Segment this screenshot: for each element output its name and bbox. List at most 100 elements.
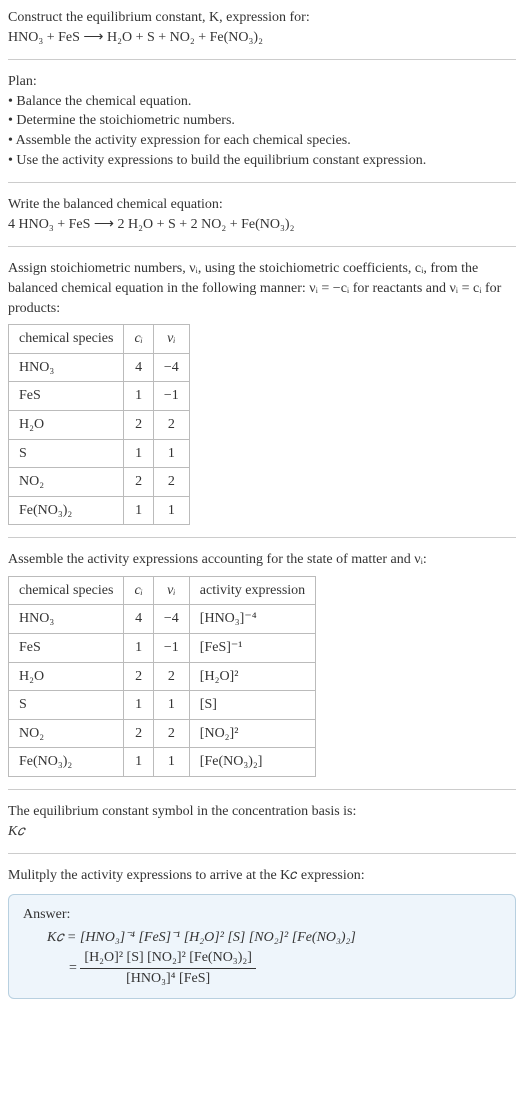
cell: [Fe(NO₃)₂] xyxy=(189,748,315,777)
table-row: S11[S] xyxy=(9,691,316,720)
assign-text: Assign stoichiometric numbers, νᵢ, using… xyxy=(8,259,516,318)
cell: 1 xyxy=(124,748,153,777)
cell: S xyxy=(9,691,124,720)
kc-italic: K𝑐 xyxy=(8,824,24,839)
cell: [S] xyxy=(189,691,315,720)
cell: Fe(NO₃)₂ xyxy=(9,748,124,777)
vi-label: νᵢ xyxy=(167,583,175,598)
table-row: HNO₃4−4[HNO₃]⁻⁴ xyxy=(9,605,316,634)
table-row: FeS1−1 xyxy=(9,382,190,411)
cell: −1 xyxy=(153,382,189,411)
cell: 1 xyxy=(124,439,153,468)
divider xyxy=(8,789,516,790)
table-row: chemical species cᵢ νᵢ xyxy=(9,325,190,354)
intro-block: Construct the equilibrium constant, K, e… xyxy=(8,8,516,47)
table-row: S11 xyxy=(9,439,190,468)
table-row: chemical species cᵢ νᵢ activity expressi… xyxy=(9,576,316,605)
col-ci: cᵢ xyxy=(124,325,153,354)
cell: 2 xyxy=(124,410,153,439)
cell: 2 xyxy=(124,719,153,748)
cell: 1 xyxy=(153,691,189,720)
fraction: [H₂O]² [S] [NO₂]² [Fe(NO₃)₂] [HNO₃]⁴ [Fe… xyxy=(80,948,256,988)
answer-label: Answer: xyxy=(23,905,501,925)
cell: 1 xyxy=(124,496,153,525)
cell: 1 xyxy=(153,748,189,777)
cell: [HNO₃]⁻⁴ xyxy=(189,605,315,634)
ci-label: cᵢ xyxy=(134,331,142,346)
plan-b2: • Determine the stoichiometric numbers. xyxy=(8,111,516,131)
cell: FeS xyxy=(9,634,124,663)
ci-label: cᵢ xyxy=(134,583,142,598)
table-row: NO₂22[NO₂]² xyxy=(9,719,316,748)
col-ci: cᵢ xyxy=(124,576,153,605)
col-species: chemical species xyxy=(9,576,124,605)
multiply-text: Mulitply the activity expressions to arr… xyxy=(8,866,516,886)
plan-b1: • Balance the chemical equation. xyxy=(8,92,516,112)
table-row: H₂O22[H₂O]² xyxy=(9,662,316,691)
table-row: H₂O22 xyxy=(9,410,190,439)
vi-label: νᵢ xyxy=(167,331,175,346)
table-row: NO₂22 xyxy=(9,468,190,497)
cell: NO₂ xyxy=(9,468,124,497)
cell: 1 xyxy=(124,634,153,663)
cell: 2 xyxy=(153,468,189,497)
divider xyxy=(8,246,516,247)
cell: FeS xyxy=(9,382,124,411)
table-row: HNO₃4−4 xyxy=(9,353,190,382)
answer-box: Answer: K𝑐 = [HNO₃]⁻⁴ [FeS]⁻¹ [H₂O]² [S]… xyxy=(8,894,516,999)
cell: [FeS]⁻¹ xyxy=(189,634,315,663)
table-row: Fe(NO₃)₂11[Fe(NO₃)₂] xyxy=(9,748,316,777)
divider xyxy=(8,853,516,854)
balanced-block: Write the balanced chemical equation: 4 … xyxy=(8,195,516,234)
cell: 2 xyxy=(153,410,189,439)
cell: H₂O xyxy=(9,662,124,691)
plan-b4: • Use the activity expressions to build … xyxy=(8,151,516,171)
cell: HNO₃ xyxy=(9,605,124,634)
assemble-text: Assemble the activity expressions accoun… xyxy=(8,550,516,570)
cell: 2 xyxy=(124,468,153,497)
col-vi: νᵢ xyxy=(153,576,189,605)
divider xyxy=(8,59,516,60)
plan-title: Plan: xyxy=(8,72,516,92)
divider xyxy=(8,537,516,538)
cell: 1 xyxy=(124,382,153,411)
intro-line1: Construct the equilibrium constant, K, e… xyxy=(8,8,516,28)
eq-sign: = xyxy=(69,960,80,975)
cell: 1 xyxy=(153,439,189,468)
col-species: chemical species xyxy=(9,325,124,354)
intro-eq: HNO₃ + FeS ⟶ H₂O + S + NO₂ + Fe(NO₃)₂ xyxy=(8,28,516,48)
kc-symbol: K𝑐 xyxy=(8,822,516,842)
cell: Fe(NO₃)₂ xyxy=(9,496,124,525)
col-activity: activity expression xyxy=(189,576,315,605)
cell: 4 xyxy=(124,605,153,634)
plan-block: Plan: • Balance the chemical equation. •… xyxy=(8,72,516,170)
cell: [NO₂]² xyxy=(189,719,315,748)
cell: −4 xyxy=(153,353,189,382)
stoich-table: chemical species cᵢ νᵢ HNO₃4−4 FeS1−1 H₂… xyxy=(8,324,190,525)
kc-symbol-text: The equilibrium constant symbol in the c… xyxy=(8,802,516,822)
cell: 2 xyxy=(124,662,153,691)
kc-expression-line1: K𝑐 = [HNO₃]⁻⁴ [FeS]⁻¹ [H₂O]² [S] [NO₂]² … xyxy=(47,930,356,945)
cell: [H₂O]² xyxy=(189,662,315,691)
cell: HNO₃ xyxy=(9,353,124,382)
cell: −1 xyxy=(153,634,189,663)
cell: 1 xyxy=(153,496,189,525)
col-vi: νᵢ xyxy=(153,325,189,354)
answer-line1: K𝑐 = [HNO₃]⁻⁴ [FeS]⁻¹ [H₂O]² [S] [NO₂]² … xyxy=(47,928,501,948)
balanced-title: Write the balanced chemical equation: xyxy=(8,195,516,215)
cell: 2 xyxy=(153,719,189,748)
table-row: FeS1−1[FeS]⁻¹ xyxy=(9,634,316,663)
answer-line2: = [H₂O]² [S] [NO₂]² [Fe(NO₃)₂] [HNO₃]⁴ [… xyxy=(69,948,501,988)
balanced-eq: 4 HNO₃ + FeS ⟶ 2 H₂O + S + 2 NO₂ + Fe(NO… xyxy=(8,215,516,235)
activity-table: chemical species cᵢ νᵢ activity expressi… xyxy=(8,576,316,777)
cell: NO₂ xyxy=(9,719,124,748)
fraction-numerator: [H₂O]² [S] [NO₂]² [Fe(NO₃)₂] xyxy=(80,948,256,969)
table-row: Fe(NO₃)₂11 xyxy=(9,496,190,525)
plan-b3: • Assemble the activity expression for e… xyxy=(8,131,516,151)
cell: S xyxy=(9,439,124,468)
fraction-denominator: [HNO₃]⁴ [FeS] xyxy=(80,969,256,989)
cell: 4 xyxy=(124,353,153,382)
cell: 2 xyxy=(153,662,189,691)
cell: 1 xyxy=(124,691,153,720)
cell: −4 xyxy=(153,605,189,634)
